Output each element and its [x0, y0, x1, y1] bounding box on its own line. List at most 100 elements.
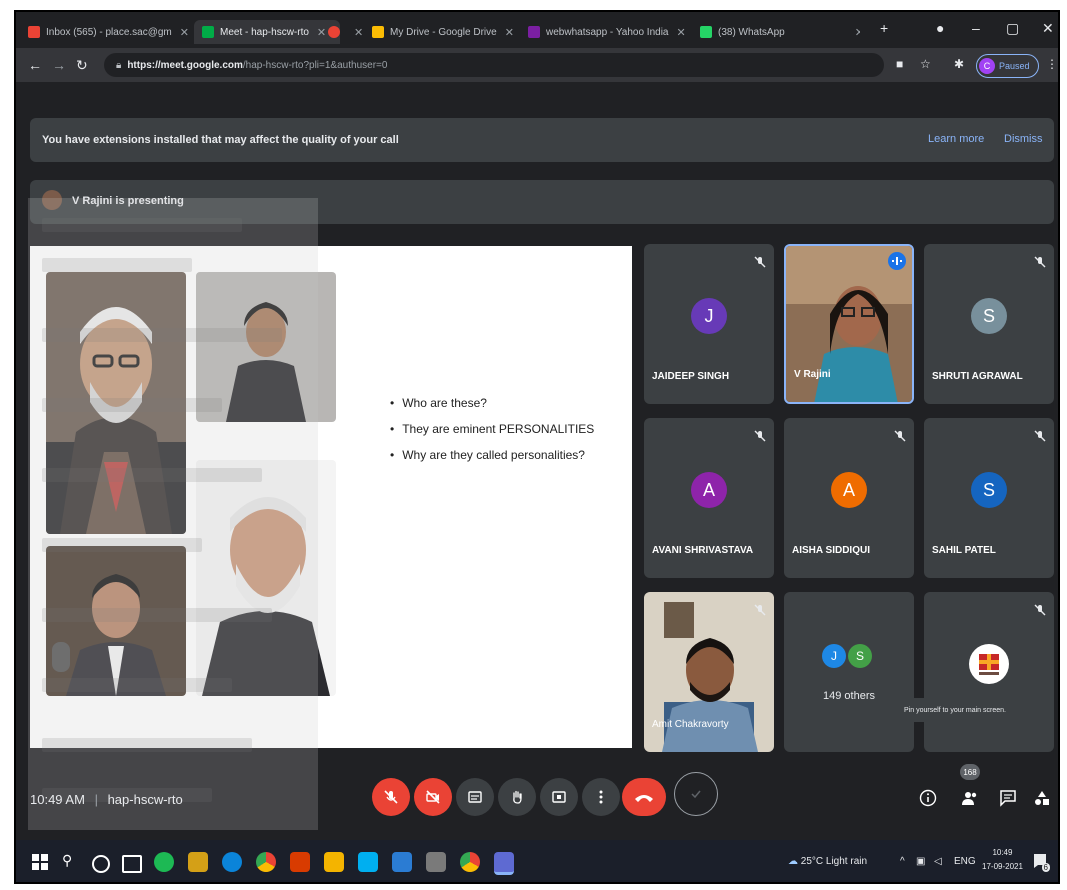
extensions-warning-banner: You have extensions installed that may a… — [30, 118, 1054, 162]
whatsapp-icon — [700, 26, 712, 38]
profile-button[interactable]: C Paused — [976, 54, 1039, 78]
sticky-notes-icon[interactable] — [324, 852, 344, 872]
present-button[interactable] — [540, 778, 578, 816]
meeting-details-button[interactable] — [916, 786, 940, 810]
learn-more-link[interactable]: Learn more — [928, 133, 984, 145]
others-tile[interactable]: J S 149 others — [784, 592, 914, 752]
network-icon[interactable]: ▣ — [916, 856, 925, 867]
edge-icon[interactable] — [222, 852, 242, 872]
participant-tile[interactable]: Amit Chakravorty — [644, 592, 774, 752]
tab-recording[interactable]: ✕ — [328, 20, 368, 44]
app-icon[interactable] — [392, 852, 412, 872]
participant-name: JAIDEEP SINGH — [652, 371, 730, 382]
participant-tile[interactable]: S SHRUTI AGRAWAL — [924, 244, 1054, 404]
yahoo-icon — [528, 26, 540, 38]
forward-icon[interactable]: → — [52, 57, 66, 73]
notifications-button[interactable]: 6 — [1032, 852, 1050, 872]
participant-tile[interactable]: A AISHA SIDDIQUI — [784, 418, 914, 578]
chat-icon — [1000, 790, 1016, 807]
skype-icon[interactable] — [358, 852, 378, 872]
active-app-icon[interactable] — [494, 852, 514, 875]
mic-off-icon — [1034, 604, 1046, 616]
camera-toggle-button[interactable] — [414, 778, 452, 816]
avatar: C — [979, 58, 995, 74]
minimize-icon[interactable]: – — [972, 20, 980, 36]
participant-avatar: A — [831, 472, 867, 508]
mic-off-icon — [384, 790, 398, 804]
mic-off-icon — [754, 256, 766, 268]
file-explorer-icon[interactable] — [188, 852, 208, 872]
volume-icon[interactable]: ◁ — [934, 856, 942, 867]
chat-button[interactable] — [996, 786, 1020, 810]
participant-tile[interactable]: S SAHIL PATEL — [924, 418, 1054, 578]
participant-tile[interactable]: J JAIDEEP SINGH — [644, 244, 774, 404]
mic-off-icon — [1034, 430, 1046, 442]
present-screen-icon — [552, 791, 566, 803]
participant-tile[interactable]: A AVANI SHRIVASTAVA — [644, 418, 774, 578]
bookmark-star-icon[interactable]: ☆ — [920, 57, 931, 71]
participant-avatar: J — [691, 298, 727, 334]
tab-yahoo[interactable]: webwhatsapp - Yahoo India ✕ — [528, 20, 692, 44]
activities-button[interactable] — [1030, 786, 1054, 810]
spotify-icon[interactable] — [154, 852, 174, 872]
calculator-icon[interactable] — [426, 852, 446, 872]
close-tab-icon[interactable]: ✕ — [855, 26, 860, 39]
participant-tile[interactable] — [924, 592, 1054, 752]
school-logo — [969, 644, 1009, 684]
close-tab-icon[interactable]: ✕ — [505, 26, 514, 39]
cortana-icon[interactable] — [92, 855, 110, 873]
tab-drive[interactable]: My Drive - Google Drive ✕ — [372, 20, 522, 44]
slide-bullet-list: Who are these? They are eminent PERSONAL… — [390, 396, 594, 474]
new-tab-icon[interactable]: + — [880, 20, 888, 36]
close-tab-icon[interactable]: ✕ — [317, 26, 326, 39]
clock[interactable]: 10:49 17-09-2021 — [982, 846, 1023, 874]
chrome-profile-icon[interactable] — [460, 852, 480, 872]
browser-toolbar: ← → ↻ 🔒︎ https://meet.google.com /hap-hs… — [16, 48, 1058, 82]
status-ring-button[interactable] — [674, 772, 718, 816]
raise-hand-button[interactable] — [498, 778, 536, 816]
slide-bullet: Why are they called personalities? — [390, 448, 594, 462]
people-button[interactable] — [958, 786, 982, 810]
chrome-icon[interactable] — [256, 852, 276, 872]
back-icon[interactable]: ← — [28, 57, 42, 73]
participant-name: SAHIL PATEL — [932, 545, 996, 556]
portrait-photo-4 — [196, 460, 336, 696]
participant-avatar: S — [971, 472, 1007, 508]
windows-start-icon[interactable] — [30, 852, 50, 872]
office-icon[interactable] — [290, 852, 310, 872]
mic-off-icon — [1034, 256, 1046, 268]
portrait-photo-1 — [46, 272, 186, 534]
close-tab-icon[interactable]: ✕ — [677, 26, 686, 39]
task-view-icon[interactable] — [122, 855, 142, 873]
browser-tab-strip: Inbox (565) - place.sac@gm ✕ Meet - hap-… — [16, 12, 1058, 48]
close-window-icon[interactable]: ✕ — [1042, 20, 1054, 37]
tab-meet[interactable]: Meet - hap-hscw-rto ✕ — [194, 20, 340, 44]
maximize-icon[interactable]: ▢ — [1006, 20, 1019, 37]
address-bar[interactable]: 🔒︎ https://meet.google.com /hap-hscw-rto… — [104, 53, 884, 77]
media-icon[interactable]: ● — [936, 20, 944, 36]
participant-tile-active[interactable]: V Rajini — [784, 244, 914, 404]
tray-expand-icon[interactable]: ^ — [900, 856, 905, 867]
recording-icon — [328, 26, 340, 38]
mic-toggle-button[interactable] — [372, 778, 410, 816]
close-tab-icon[interactable]: ✕ — [180, 26, 188, 39]
mic-off-icon — [754, 604, 766, 616]
captions-button[interactable] — [456, 778, 494, 816]
dismiss-button[interactable]: Dismiss — [1004, 133, 1043, 145]
os-taskbar: ⚲ ☁ 25°C Light rain ^ ▣ ◁ ENG 10:49 17-0… — [16, 840, 1058, 882]
language-indicator[interactable]: ENG — [954, 856, 976, 867]
reload-icon[interactable]: ↻ — [76, 57, 88, 74]
tab-whatsapp[interactable]: (38) WhatsApp ✕ — [700, 20, 860, 44]
extensions-icon[interactable]: ✱ — [954, 57, 964, 71]
camera-indicator-icon[interactable]: ■ — [896, 57, 903, 71]
menu-kebab-icon[interactable]: ⋮ — [1046, 57, 1058, 71]
pin-tooltip: Pin yourself to your main screen. — [894, 698, 1016, 722]
portrait-photo-2 — [196, 272, 336, 422]
weather-widget[interactable]: ☁ 25°C Light rain — [788, 856, 867, 867]
more-options-button[interactable] — [582, 778, 620, 816]
tab-gmail[interactable]: Inbox (565) - place.sac@gm ✕ — [28, 20, 188, 44]
activities-icon — [1035, 791, 1049, 805]
search-icon[interactable]: ⚲ — [62, 852, 82, 872]
leave-call-button[interactable] — [622, 778, 666, 816]
close-tab-icon[interactable]: ✕ — [354, 26, 363, 39]
